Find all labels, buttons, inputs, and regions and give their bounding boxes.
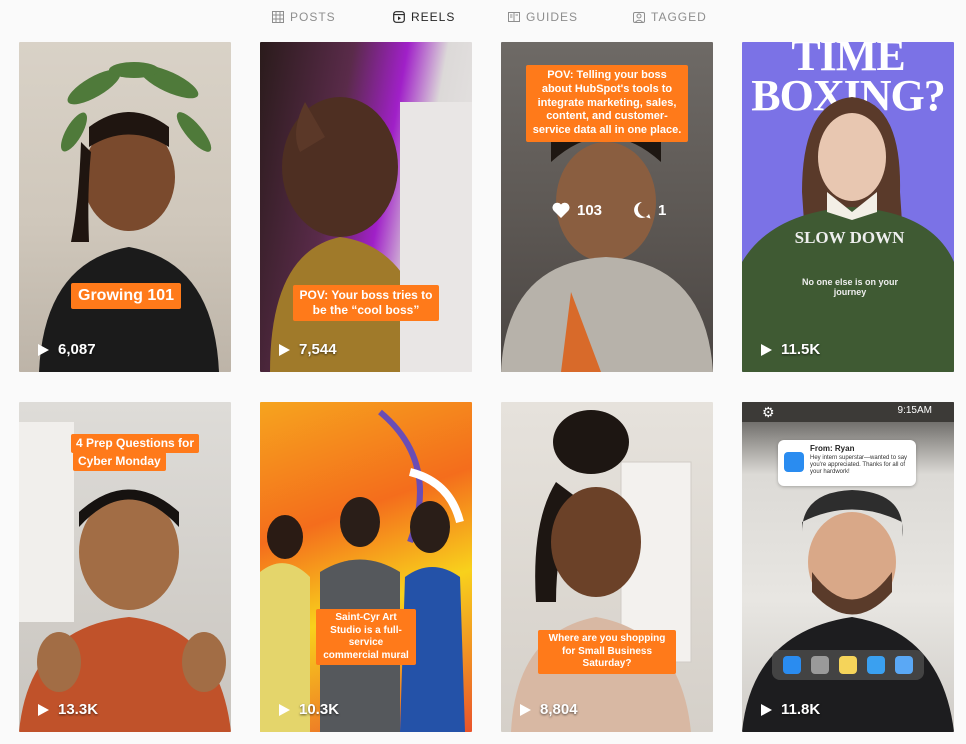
reel-tile[interactable]: Where are you shopping for Small Busines…	[501, 402, 713, 732]
notification-body: Hey intern superstar—wanted to say you'r…	[810, 455, 908, 476]
shirt-subtext: No one else is on your journey	[801, 277, 899, 297]
notification-from: From: Ryan	[810, 444, 855, 453]
comment-icon	[634, 202, 651, 219]
heart-icon	[552, 202, 570, 218]
shirt-text: SLOW DOWN	[794, 228, 905, 247]
tab-reels[interactable]: REELS	[393, 0, 455, 34]
reel-view-count: 13.3K	[36, 701, 98, 718]
reel-tile[interactable]: ⚙ 9:15AM From: Ryan Hey intern superstar…	[742, 402, 954, 732]
play-icon	[38, 703, 49, 716]
view-count-label: 7,544	[299, 341, 337, 358]
tab-posts-label: POSTS	[290, 10, 336, 24]
notification-card: From: Ryan Hey intern superstar—wanted t…	[778, 440, 916, 486]
view-count-label: 10.3K	[299, 701, 340, 718]
notes-app-icon	[839, 656, 857, 674]
play-icon	[279, 343, 290, 356]
profile-tabs: POSTS REELS GUIDES TAGGED	[0, 0, 966, 34]
reel-caption-line2: Cyber Monday	[73, 452, 166, 471]
tab-tagged[interactable]: TAGGED	[633, 0, 707, 34]
likes-stat: 103	[551, 200, 602, 220]
status-time: 9:15AM	[897, 405, 932, 416]
reel-tile[interactable]: POV: Your boss tries to be the “cool bos…	[260, 42, 472, 372]
tab-guides-label: GUIDES	[526, 10, 579, 24]
play-icon	[38, 343, 49, 356]
grid-icon	[272, 11, 284, 23]
comments-count: 1	[658, 201, 667, 219]
settings-app-icon	[811, 656, 829, 674]
view-count-label: 13.3K	[58, 701, 99, 718]
reel-hover-stats: 103 1	[551, 200, 666, 220]
hubspot-logo-icon: ⚙	[762, 404, 775, 420]
person-image	[511, 410, 692, 732]
reel-caption-line1: 4 Prep Questions for	[71, 434, 200, 453]
reel-tile[interactable]: Saint-Cyr Art Studio is a full-service c…	[260, 402, 472, 732]
comments-stat: 1	[632, 200, 666, 220]
guide-icon	[508, 12, 520, 22]
likes-count: 103	[577, 201, 603, 219]
view-count-label: 6,087	[58, 341, 96, 358]
play-icon	[761, 343, 772, 356]
person-image	[270, 97, 472, 372]
play-icon	[279, 703, 290, 716]
reel-view-count: 7,544	[277, 341, 337, 358]
mail-icon	[784, 452, 804, 472]
tag-icon	[633, 12, 645, 23]
reels-icon	[393, 11, 405, 23]
finder-app-icon	[895, 656, 913, 674]
view-count-label: 11.5K	[781, 341, 821, 358]
safari-app-icon	[867, 656, 885, 674]
mail-app-icon	[783, 656, 801, 674]
reel-tile[interactable]: Growing 101 6,087	[19, 42, 231, 372]
reel-tile[interactable]: POV: Telling your boss about HubSpot's t…	[501, 42, 713, 372]
reel-caption: Saint-Cyr Art Studio is a full-service c…	[316, 609, 416, 665]
tab-tagged-label: TAGGED	[651, 10, 707, 24]
dock-bar	[772, 650, 924, 680]
tab-posts[interactable]: POSTS	[272, 0, 336, 34]
reel-caption: Growing 101	[71, 283, 182, 309]
person-image	[742, 97, 954, 372]
reel-caption: POV: Your boss tries to be the “cool bos…	[293, 285, 439, 321]
view-count-label: 8,804	[540, 701, 578, 718]
tab-reels-label: REELS	[411, 10, 456, 24]
reel-view-count: 10.3K	[277, 701, 339, 718]
reel-view-count: 6,087	[36, 341, 96, 358]
reel-caption: POV: Telling your boss about HubSpot's t…	[526, 65, 688, 142]
reel-caption: Where are you shopping for Small Busines…	[538, 630, 676, 674]
reel-view-count: 8,804	[518, 701, 578, 718]
mural-and-people-image	[260, 409, 465, 732]
reel-tile[interactable]: TIME BOXING? SLOW DOWN No one else is on…	[742, 42, 954, 372]
reel-tile[interactable]: 4 Prep Questions for Cyber Monday 13.3K	[19, 402, 231, 732]
view-count-label: 11.8K	[781, 701, 821, 718]
plant-and-person-image	[39, 62, 219, 372]
play-icon	[761, 703, 772, 716]
reel-view-count: 11.8K	[759, 701, 820, 718]
play-icon	[520, 703, 531, 716]
reel-view-count: 11.5K	[759, 341, 820, 358]
tab-guides[interactable]: GUIDES	[508, 0, 578, 34]
